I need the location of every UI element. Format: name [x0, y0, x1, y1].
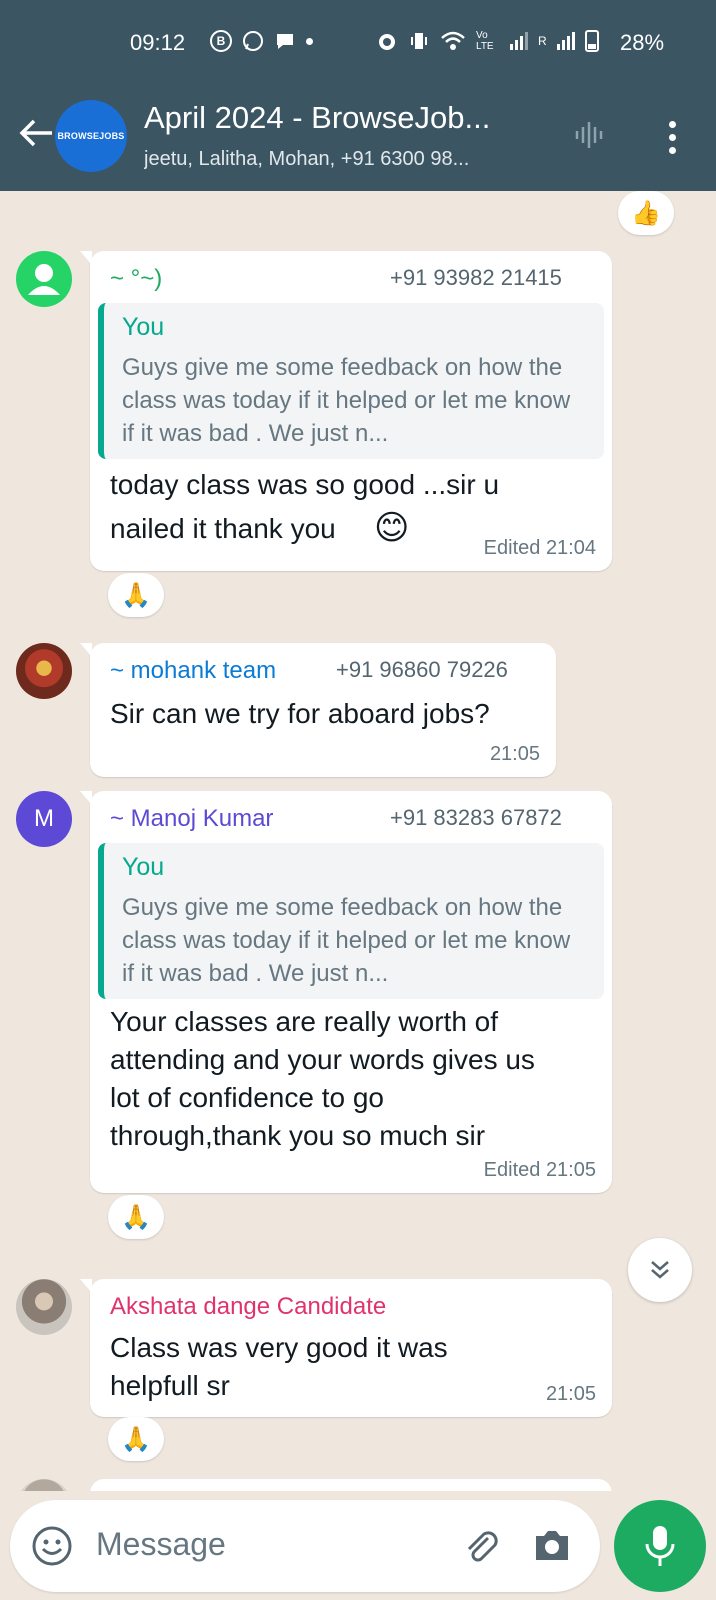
whatsapp-icon	[243, 31, 263, 51]
quoted-sender: You	[122, 853, 165, 881]
vibrate-icon	[411, 33, 427, 49]
message-compose-bar: Message	[10, 1500, 600, 1592]
avatar-sender-3[interactable]: M	[16, 791, 72, 847]
reaction-pray[interactable]: 🙏	[108, 573, 164, 617]
reaction-pray[interactable]: 🙏	[108, 1195, 164, 1239]
camera-icon[interactable]	[530, 1526, 574, 1566]
group-avatar[interactable]: BROWSEJOBS	[55, 100, 127, 172]
message-bubble[interactable]: ~ °~) +91 93982 21415 You Guys give me s…	[80, 251, 612, 571]
group-avatar-text: BROWSEJOBS	[57, 131, 125, 141]
double-chevron-down-icon	[651, 1261, 669, 1279]
status-time: 09:12	[130, 30, 186, 55]
scroll-to-bottom-button[interactable]	[628, 1238, 692, 1302]
more-notifications-dot	[306, 37, 313, 45]
avatar-sender-2[interactable]	[16, 643, 72, 699]
group-members[interactable]: jeetu, Lalitha, Mohan, +91 6300 98...	[144, 148, 544, 171]
avatar-sender-1[interactable]	[16, 251, 72, 307]
battery-icon	[584, 30, 599, 52]
chat-header: 09:12 B Vo LTE R 28% BROWSEJOBS April 20…	[0, 0, 716, 191]
message-text-line-2: nailed it thank you	[110, 513, 336, 544]
message-time: 21:05	[545, 1383, 596, 1405]
message-time: Edited 21:04	[483, 537, 596, 559]
wifi-icon	[441, 31, 465, 50]
signal-1-icon	[510, 32, 528, 50]
quoted-text: Guys give me some feedback on how the cl…	[122, 894, 571, 987]
battery-percent: 28%	[620, 30, 665, 55]
back-arrow-icon[interactable]	[18, 118, 54, 148]
quoted-message[interactable]: You Guys give me some feedback on how th…	[98, 303, 604, 459]
avatar-letter: M	[34, 805, 54, 832]
sender-name[interactable]: ~ °~)	[110, 265, 162, 293]
sender-phone: +91 93982 21415	[390, 265, 562, 290]
more-options-icon[interactable]	[665, 118, 679, 154]
sender-name[interactable]: ~ mohank team	[110, 657, 276, 685]
message-bubble[interactable]: ~ Manoj Kumar +91 83283 67872 You Guys g…	[80, 791, 612, 1193]
message-time: Edited 21:05	[483, 1159, 596, 1181]
microphone-icon	[645, 1526, 675, 1566]
chat-bubble-icon	[277, 34, 293, 49]
roaming-indicator: R	[538, 34, 547, 48]
message-text: Class was very good it was helpfull sr	[110, 1332, 448, 1401]
system-icons: Vo LTE R	[376, 30, 599, 52]
reaction-thumbs-up[interactable]: 👍	[618, 191, 674, 235]
message-bubble-partial[interactable]	[90, 1479, 612, 1491]
message-bubble[interactable]: ~ mohank team +91 96860 79226 Sir can we…	[80, 643, 556, 777]
sender-phone: +91 83283 67872	[390, 805, 562, 830]
quoted-sender: You	[122, 313, 165, 341]
group-title[interactable]: April 2024 - BrowseJob...	[144, 100, 544, 136]
attach-icon[interactable]	[458, 1524, 502, 1568]
status-bar: 09:12 B Vo LTE R 28%	[0, 26, 716, 60]
message-text: Your classes are really worth of attendi…	[110, 1006, 535, 1151]
smile-emoji-icon: 😊	[374, 509, 410, 547]
message-time: 21:05	[489, 743, 540, 765]
message-text-line-1: today class was so good ...sir u	[110, 469, 500, 500]
volte-icon: Vo LTE	[476, 30, 494, 52]
emoji-icon[interactable]	[30, 1524, 74, 1568]
quoted-message[interactable]: You Guys give me some feedback on how th…	[98, 843, 604, 999]
message-text: Sir can we try for aboard jobs?	[110, 698, 490, 729]
voice-message-button[interactable]	[614, 1500, 706, 1592]
default-user-icon	[28, 264, 60, 295]
sender-name[interactable]: Akshata dange Candidate	[110, 1293, 386, 1321]
sender-phone: +91 96860 79226	[336, 657, 508, 682]
avatar-sender-4[interactable]	[16, 1279, 72, 1335]
app-b-icon: B	[210, 30, 232, 52]
notification-icons: B	[210, 30, 313, 52]
quoted-text: Guys give me some feedback on how the cl…	[122, 354, 571, 447]
message-input[interactable]: Message	[96, 1526, 226, 1563]
sender-name[interactable]: ~ Manoj Kumar	[110, 805, 273, 833]
avatar-sender-5[interactable]	[16, 1479, 72, 1491]
alarm-icon	[379, 34, 395, 50]
message-bubble[interactable]: Akshata dange Candidate Class was very g…	[80, 1279, 612, 1417]
message-list[interactable]: 👍 ~ °~) +91 93982 21415 You Guys give me…	[0, 191, 716, 1491]
reaction-pray[interactable]: 🙏	[108, 1417, 164, 1461]
voice-chat-icon[interactable]	[572, 118, 606, 152]
signal-2-icon	[556, 32, 575, 50]
